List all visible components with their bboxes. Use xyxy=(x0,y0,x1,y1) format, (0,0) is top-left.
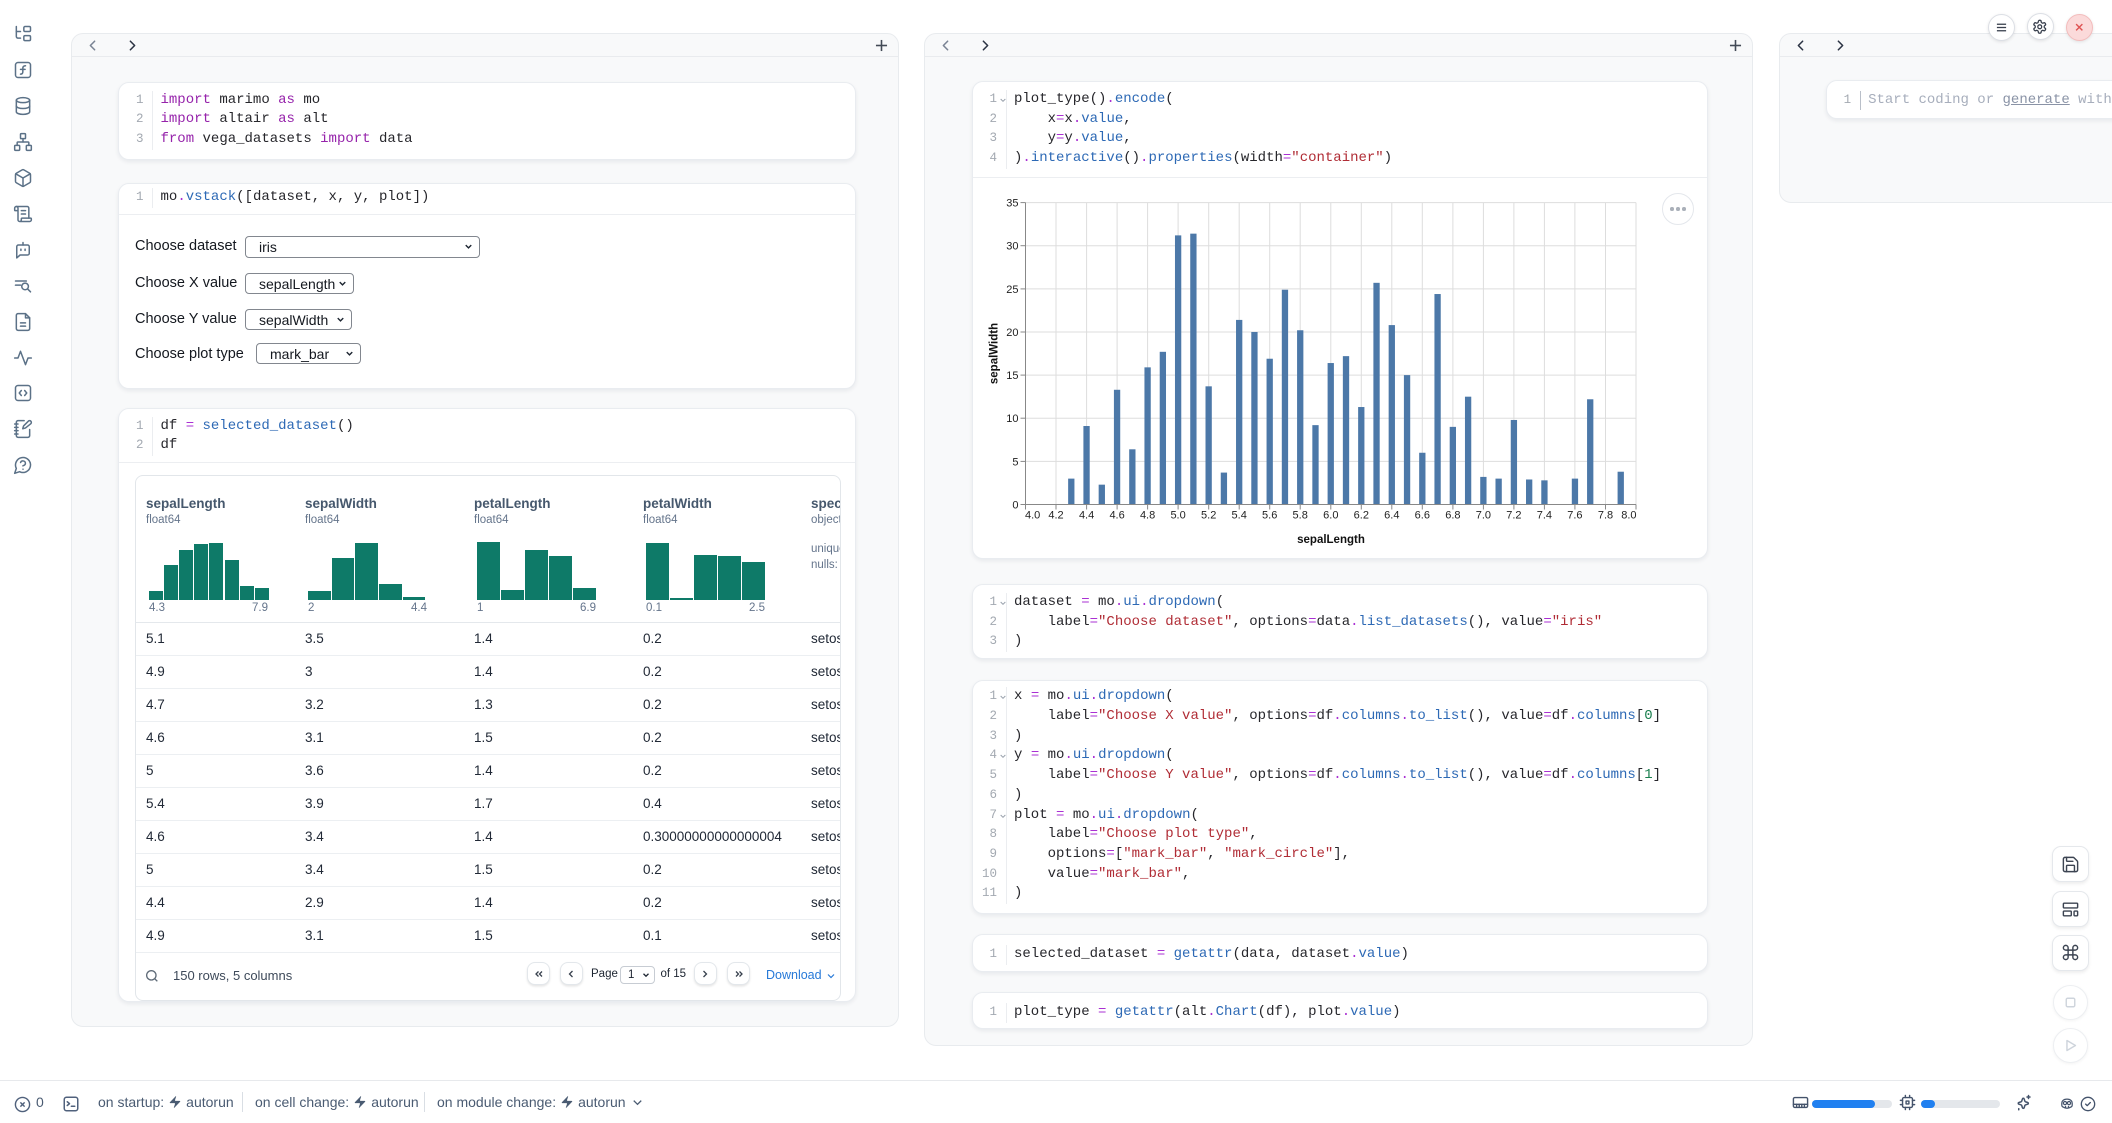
svg-text:5: 5 xyxy=(1012,456,1018,468)
svg-text:5.6: 5.6 xyxy=(1262,509,1277,521)
svg-text:5.2: 5.2 xyxy=(1201,509,1216,521)
svg-text:35: 35 xyxy=(1006,197,1018,209)
svg-text:30: 30 xyxy=(1006,240,1018,252)
svg-text:10: 10 xyxy=(1006,413,1018,425)
svg-text:25: 25 xyxy=(1006,283,1018,295)
svg-text:8.0: 8.0 xyxy=(1621,509,1636,521)
svg-text:6.0: 6.0 xyxy=(1323,509,1338,521)
svg-text:4.4: 4.4 xyxy=(1079,509,1094,521)
svg-text:7.4: 7.4 xyxy=(1537,509,1552,521)
svg-text:6.2: 6.2 xyxy=(1354,509,1369,521)
svg-text:sepalWidth: sepalWidth xyxy=(989,322,1001,383)
svg-text:7.0: 7.0 xyxy=(1476,509,1491,521)
svg-text:6.6: 6.6 xyxy=(1415,509,1430,521)
svg-text:sepalLength: sepalLength xyxy=(1297,534,1365,546)
svg-text:4.2: 4.2 xyxy=(1048,509,1063,521)
svg-text:7.6: 7.6 xyxy=(1567,509,1582,521)
svg-text:15: 15 xyxy=(1006,370,1018,382)
svg-text:4.0: 4.0 xyxy=(1025,509,1040,521)
svg-text:5.0: 5.0 xyxy=(1170,509,1185,521)
svg-text:7.8: 7.8 xyxy=(1598,509,1613,521)
svg-text:4.6: 4.6 xyxy=(1109,509,1124,521)
svg-text:20: 20 xyxy=(1006,327,1018,339)
svg-text:6.4: 6.4 xyxy=(1384,509,1399,521)
svg-text:5.4: 5.4 xyxy=(1232,509,1247,521)
svg-text:5.8: 5.8 xyxy=(1293,509,1308,521)
svg-text:7.2: 7.2 xyxy=(1506,509,1521,521)
svg-text:4.8: 4.8 xyxy=(1140,509,1155,521)
svg-text:6.8: 6.8 xyxy=(1445,509,1460,521)
svg-text:0: 0 xyxy=(1012,499,1018,511)
